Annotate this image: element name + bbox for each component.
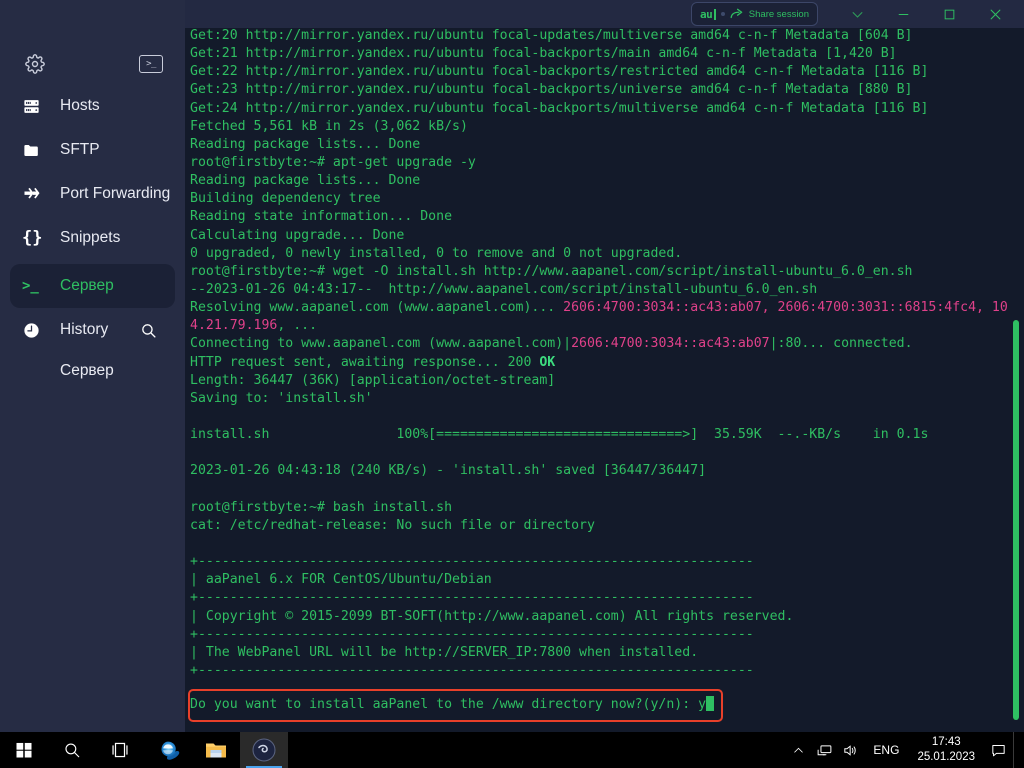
text-caret-icon <box>714 8 716 20</box>
terminal-line: | aaPanel 6.x FOR CentOS/Ubuntu/Debian <box>190 572 492 588</box>
sidebar-history-label: History <box>60 321 109 338</box>
sidebar-item-sftp[interactable]: SFTP <box>0 128 185 172</box>
notification-icon[interactable] <box>983 732 1013 768</box>
terminal-line: Resolving www.aapanel.com (www.aapanel.c… <box>190 300 1008 316</box>
terminal-line: Get:20 http://mirror.yandex.ru/ubuntu fo… <box>190 28 913 43</box>
terminal-line: 4.21.79.196, ... <box>190 318 318 334</box>
separator-dot-icon <box>720 12 725 16</box>
terminal-prompt-line: Do you want to install aaPanel to the /w… <box>190 696 715 714</box>
block-cursor-icon <box>706 696 715 711</box>
terminal-line: 2023-01-26 04:43:18 (240 KB/s) - 'instal… <box>190 463 707 479</box>
terminal-text: Get:20 http://mirror.yandex.ru/ubuntu fo… <box>190 28 1020 698</box>
terminal-line: root@firstbyte:~# wget -O install.sh htt… <box>190 263 913 279</box>
terminal-line: Fetched 5,561 kB in 2s (3,062 kB/s) <box>190 118 468 134</box>
terminal-line: install.sh 100%[========================… <box>190 427 929 443</box>
terminal-line: +---------------------------------------… <box>190 554 754 570</box>
history-entry-label: Сервер <box>60 362 114 379</box>
terminal-line: | The WebPanel URL will be http://SERVER… <box>190 644 699 660</box>
prompt-question: Do you want to install aaPanel to the /w… <box>190 697 707 712</box>
close-icon[interactable] <box>972 0 1018 28</box>
session-code-label: au <box>700 7 713 21</box>
terminal-line: Get:21 http://mirror.yandex.ru/ubuntu fo… <box>190 46 897 62</box>
terminal-line: root@firstbyte:~# bash install.sh <box>190 499 453 515</box>
sidebar-item-label: SFTP <box>60 141 100 158</box>
clock-date: 25.01.2023 <box>917 751 975 763</box>
sidebar: >_ Hosts SFTP Port Forwarding {} Snippet… <box>0 0 185 732</box>
terminal-line: Get:23 http://mirror.yandex.ru/ubuntu fo… <box>190 82 913 98</box>
search-icon[interactable] <box>140 322 157 339</box>
language-indicator[interactable]: ENG <box>863 743 909 757</box>
folder-icon <box>22 141 48 160</box>
internet-explorer-icon[interactable] <box>144 732 192 768</box>
terminal-line: +---------------------------------------… <box>190 662 754 678</box>
terminal-line: cat: /etc/redhat-release: No such file o… <box>190 517 595 533</box>
task-view-icon[interactable] <box>96 732 144 768</box>
terminal-icon[interactable]: >_ <box>139 55 163 73</box>
braces-icon: {} <box>22 228 43 248</box>
terminal-scrollbar[interactable] <box>1013 320 1019 720</box>
sidebar-nav: Hosts SFTP Port Forwarding {} Snippets >… <box>0 84 185 390</box>
sidebar-item-snippets[interactable]: {} Snippets <box>0 216 185 260</box>
terminal-line: +---------------------------------------… <box>190 626 754 642</box>
share-session-button[interactable]: au Share session <box>691 2 818 26</box>
sidebar-item-label: Hosts <box>60 97 100 114</box>
sidebar-item-label: Port Forwarding <box>60 185 171 202</box>
history-entry[interactable]: Сервер <box>0 352 185 390</box>
terminal-line: +---------------------------------------… <box>190 590 754 606</box>
share-arrow-icon <box>730 8 744 20</box>
file-explorer-icon[interactable] <box>192 732 240 768</box>
network-icon[interactable] <box>811 732 837 768</box>
sidebar-item-active-session[interactable]: >_ Сервер <box>10 264 175 308</box>
sidebar-active-session-label: Сервер <box>60 277 114 294</box>
search-icon[interactable] <box>48 732 96 768</box>
sidebar-item-label: Snippets <box>60 229 121 246</box>
terminal-output-pane[interactable]: Get:20 http://mirror.yandex.ru/ubuntu fo… <box>185 28 1024 732</box>
windows-taskbar: ENG 17:43 25.01.2023 <box>0 732 1024 768</box>
chevron-up-icon[interactable] <box>785 732 811 768</box>
terminal-line: Saving to: 'install.sh' <box>190 390 373 406</box>
terminal-line: HTTP request sent, awaiting response... … <box>190 354 556 370</box>
minimize-icon[interactable] <box>880 0 926 28</box>
volume-icon[interactable] <box>837 732 863 768</box>
terminal-line: Get:22 http://mirror.yandex.ru/ubuntu fo… <box>190 64 929 80</box>
port-forwarding-icon <box>22 184 48 204</box>
windows-start-icon[interactable] <box>0 732 48 768</box>
terminal-line: | Copyright © 2015-2099 BT-SOFT(http://w… <box>190 608 794 624</box>
share-session-label: Share session <box>748 8 809 20</box>
terminal-line: root@firstbyte:~# apt-get upgrade -y <box>190 154 476 170</box>
system-tray: ENG 17:43 25.01.2023 <box>785 732 1024 768</box>
sidebar-item-port-forwarding[interactable]: Port Forwarding <box>0 172 185 216</box>
desktop-root: >_ Hosts SFTP Port Forwarding {} Snippet… <box>0 0 1024 768</box>
terminal-prompt-icon: >_ <box>22 278 39 294</box>
terminal-line: Calculating upgrade... Done <box>190 227 405 243</box>
sidebar-toolbar: >_ <box>0 48 185 80</box>
show-desktop-button[interactable] <box>1013 732 1020 768</box>
chevron-down-icon[interactable] <box>834 0 880 28</box>
terminal-line: Connecting to www.aapanel.com (www.aapan… <box>190 336 913 352</box>
clock[interactable]: 17:43 25.01.2023 <box>909 735 983 765</box>
server-rack-icon <box>22 97 48 116</box>
sidebar-item-hosts[interactable]: Hosts <box>0 84 185 128</box>
clock-time: 17:43 <box>931 736 961 748</box>
gear-icon[interactable] <box>24 53 46 75</box>
maximize-icon[interactable] <box>926 0 972 28</box>
sidebar-item-history[interactable]: History <box>0 308 185 352</box>
terminal-line: Reading package lists... Done <box>190 173 421 189</box>
terminal-line: Reading state information... Done <box>190 209 453 225</box>
termius-icon[interactable] <box>240 732 288 768</box>
clock-icon <box>22 321 48 340</box>
terminal-line: Length: 36447 (36K) [application/octet-s… <box>190 372 556 388</box>
termius-window: >_ Hosts SFTP Port Forwarding {} Snippet… <box>0 0 1024 732</box>
terminal-line: 0 upgraded, 0 newly installed, 0 to remo… <box>190 245 683 261</box>
terminal-line: --2023-01-26 04:43:17-- http://www.aapan… <box>190 281 818 297</box>
window-titlebar: au Share session <box>185 0 1024 28</box>
terminal-line: Building dependency tree <box>190 191 381 207</box>
terminal-line: Reading package lists... Done <box>190 136 421 152</box>
terminal-line: Get:24 http://mirror.yandex.ru/ubuntu fo… <box>190 100 929 116</box>
